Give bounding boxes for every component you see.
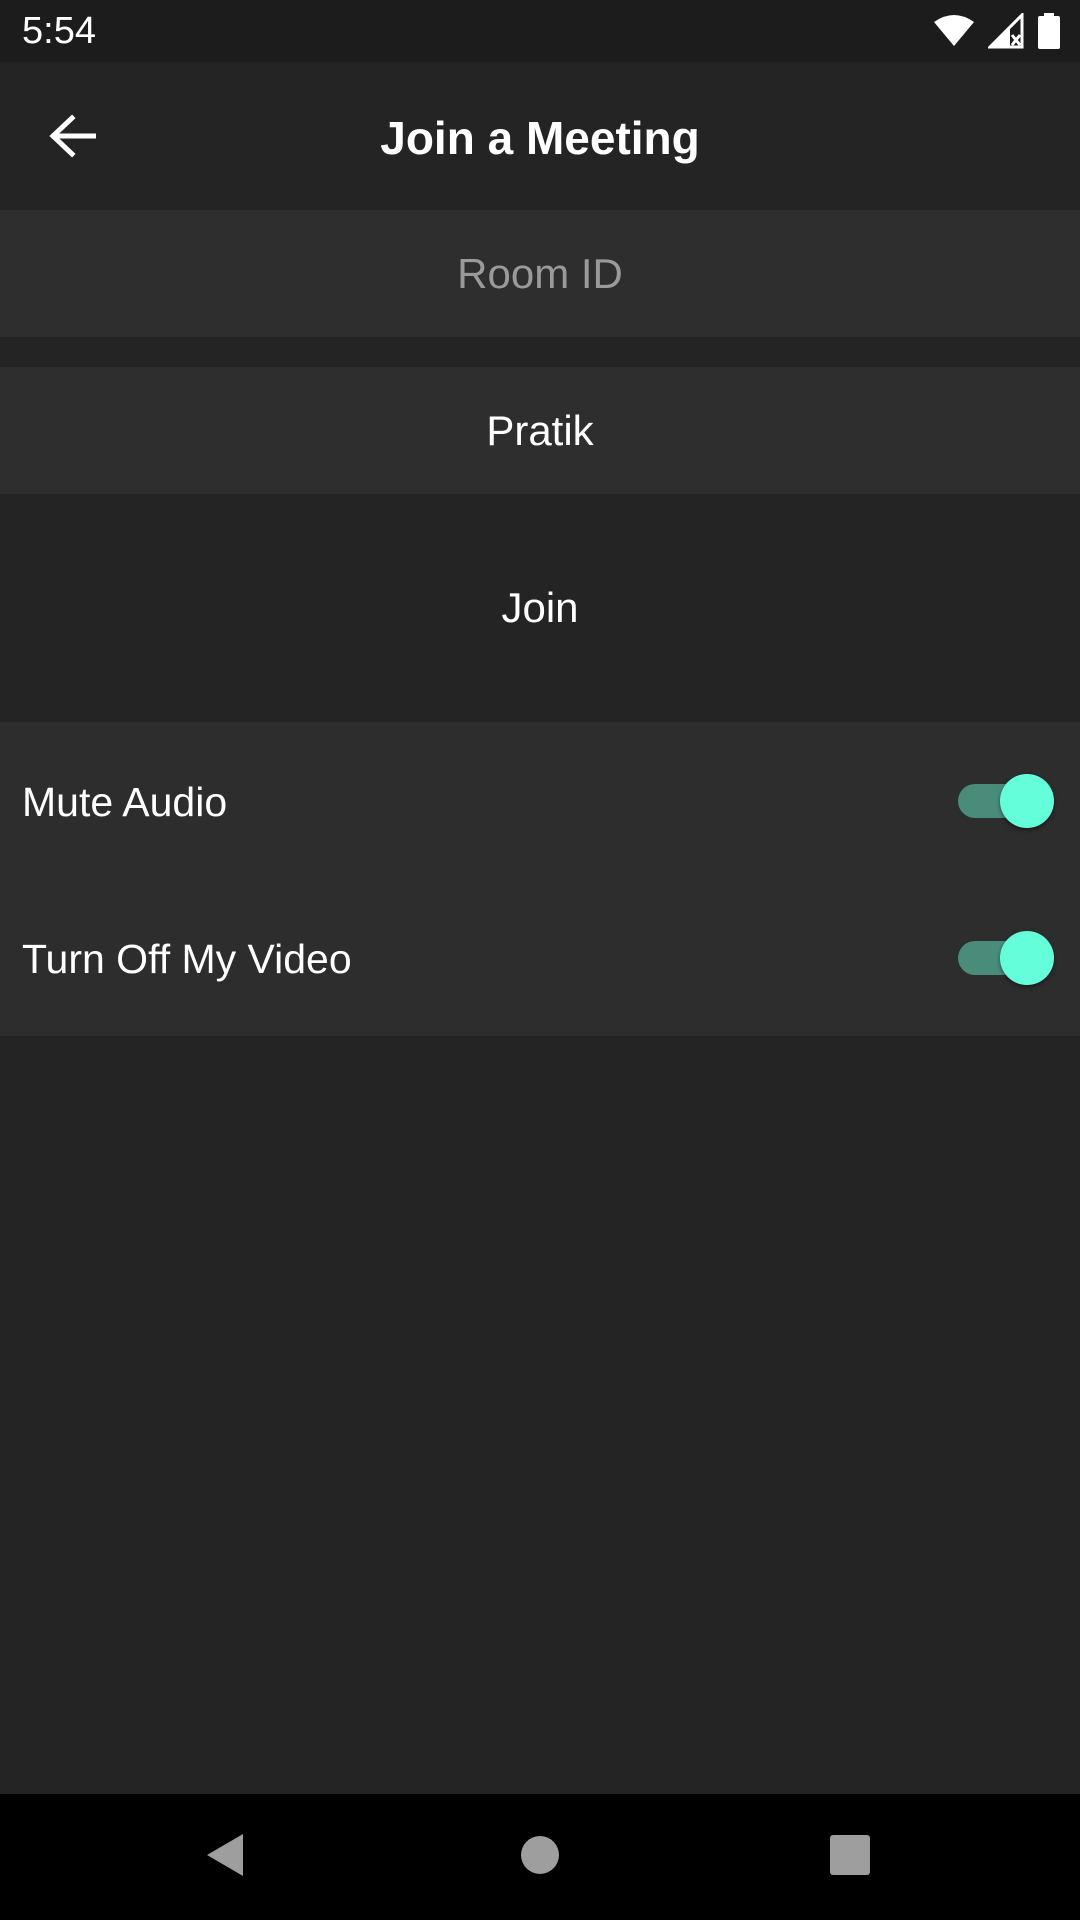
room-id-field-container <box>0 210 1080 337</box>
mute-audio-row: Mute Audio <box>0 722 1080 879</box>
mute-audio-label: Mute Audio <box>22 779 228 825</box>
status-icons <box>934 12 1060 50</box>
turn-off-video-toggle[interactable] <box>954 931 1054 985</box>
join-button[interactable]: Join <box>0 494 1080 722</box>
page-title: Join a Meeting <box>380 112 700 164</box>
turn-off-video-label: Turn Off My Video <box>22 936 352 982</box>
nav-recents-button[interactable] <box>817 1824 883 1890</box>
wifi-icon <box>934 15 974 47</box>
meeting-options: Mute Audio Turn Off My Video <box>0 722 1080 1036</box>
status-bar: 5:54 <box>0 0 1080 62</box>
room-id-input[interactable] <box>0 210 1080 337</box>
toggle-thumb <box>1000 774 1054 828</box>
nav-back-button[interactable] <box>192 1824 258 1890</box>
recents-square-icon <box>830 1834 870 1880</box>
home-circle-icon <box>520 1835 560 1880</box>
app-bar: Join a Meeting <box>0 62 1080 209</box>
name-field-container <box>0 367 1080 494</box>
nav-home-button[interactable] <box>507 1824 573 1890</box>
status-time: 5:54 <box>22 10 96 52</box>
turn-off-video-row: Turn Off My Video <box>0 879 1080 1036</box>
system-nav-bar <box>0 1794 1080 1920</box>
toggle-thumb <box>1000 931 1054 985</box>
join-meeting-screen: 5:54 Join a Meeting Room ID Pratik Join … <box>0 0 1080 1920</box>
back-triangle-icon <box>205 1832 245 1883</box>
cell-signal-icon <box>988 13 1024 49</box>
join-button-label: Join <box>501 584 579 631</box>
mute-audio-toggle[interactable] <box>954 774 1054 828</box>
battery-icon <box>1038 13 1060 49</box>
name-input[interactable] <box>0 367 1080 494</box>
